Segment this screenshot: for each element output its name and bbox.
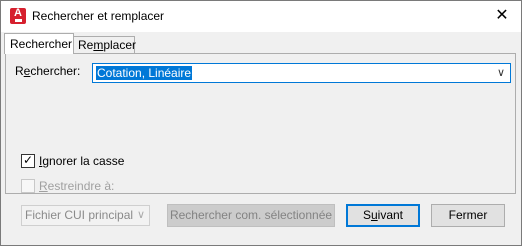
find-input[interactable]: Cotation, Linéaire ∨ bbox=[92, 63, 511, 83]
next-button[interactable]: Suivant bbox=[346, 204, 420, 227]
chevron-down-icon: ∨ bbox=[136, 209, 145, 221]
find-label: Rechercher: bbox=[15, 64, 81, 78]
ignore-case-label: Ignorer la casse bbox=[39, 154, 125, 168]
restrict-checkbox[interactable]: Restreindre à: bbox=[21, 179, 171, 193]
find-replace-dialog: A Rechercher et remplacer ✕ Rechercher R… bbox=[0, 0, 522, 246]
close-button[interactable]: Fermer bbox=[431, 204, 505, 227]
checkbox-box[interactable]: ✓ bbox=[21, 153, 35, 168]
mnemonic: I bbox=[39, 154, 43, 168]
ignore-case-checkbox[interactable]: ✓ Ignorer la casse bbox=[21, 153, 171, 168]
close-icon[interactable]: ✕ bbox=[491, 6, 513, 26]
tab-label: Remplacer bbox=[78, 38, 137, 52]
scope-select[interactable]: Fichier CUI principal ∨ bbox=[21, 205, 150, 226]
restrict-label: Restreindre à: bbox=[39, 179, 115, 193]
tab-label: Rechercher bbox=[10, 37, 73, 51]
mnemonic: m bbox=[93, 38, 104, 52]
checkmark-icon: ✓ bbox=[23, 153, 34, 167]
autocad-icon: A bbox=[10, 7, 26, 24]
scope-select-value: Fichier CUI principal bbox=[25, 208, 134, 222]
mnemonic: u bbox=[370, 208, 378, 222]
checkbox-box[interactable] bbox=[21, 179, 35, 193]
mnemonic: e bbox=[23, 64, 31, 78]
search-selected-button[interactable]: Rechercher com. sélectionnée bbox=[167, 204, 335, 227]
window-title: Rechercher et remplacer bbox=[32, 9, 165, 23]
title-bar[interactable]: A Rechercher et remplacer ✕ bbox=[1, 1, 521, 32]
chevron-down-icon[interactable]: ∨ bbox=[497, 66, 505, 79]
mnemonic: R bbox=[39, 179, 48, 193]
tab-remplacer[interactable]: Remplacer bbox=[72, 36, 137, 54]
tab-join bbox=[5, 53, 71, 54]
find-input-value: Cotation, Linéaire bbox=[96, 66, 193, 80]
tab-rechercher[interactable]: Rechercher bbox=[4, 33, 74, 54]
